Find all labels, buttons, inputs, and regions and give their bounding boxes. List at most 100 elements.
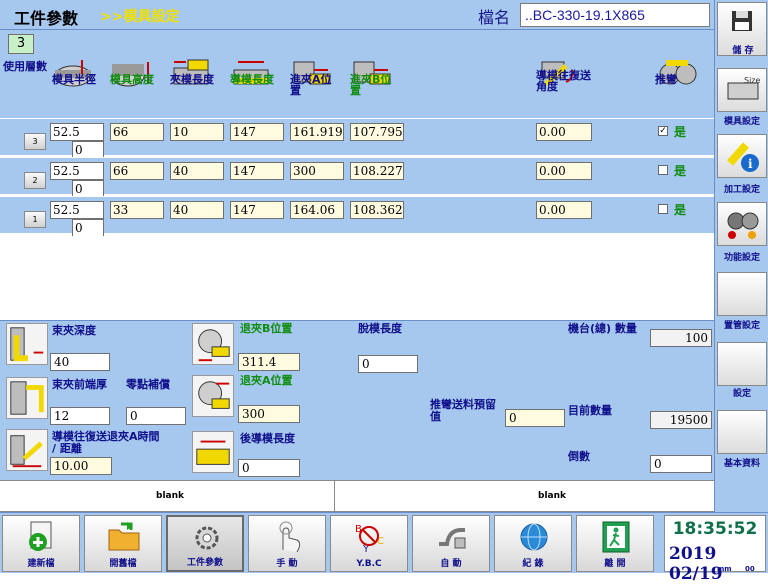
off-mold-input[interactable]: 0	[358, 355, 418, 373]
push-bend-label: 是	[674, 164, 687, 178]
ybc-icon: BCY	[355, 524, 384, 554]
auto-bend-icon	[439, 528, 466, 549]
clamp-thickness-label: 束夾前端厚	[52, 378, 107, 391]
table-row: 2 52.5 0 66 40 147 300 108.227 0.00 是	[0, 157, 714, 198]
return-angle-input[interactable]: 0.00	[536, 123, 592, 141]
height-input[interactable]: 66	[110, 123, 164, 141]
row-select-button[interactable]: 3	[24, 133, 46, 150]
blank-left-label[interactable]: blank	[156, 491, 184, 501]
mold-size-icon: Size	[727, 76, 760, 100]
col-return-angle-label: 導模往復送角度	[536, 69, 591, 93]
gears-icon	[727, 212, 759, 239]
rear-guide-label: 後導模長度	[240, 432, 295, 445]
retreat-b-input[interactable]: 311.4	[238, 353, 300, 371]
retreat-b-icon	[192, 323, 234, 365]
in-a-input[interactable]: 161.919	[290, 123, 344, 141]
in-b-input[interactable]: 107.795	[350, 123, 404, 141]
new-file-button[interactable]: 建新檔	[2, 515, 80, 572]
exit-button[interactable]: 離 開	[576, 515, 654, 572]
column-header-area: 模具半徑 模具高度 夾模長度 導模長度 進夾A位置 進夾B位置 導模往復送角度 …	[0, 30, 714, 118]
in-a-input[interactable]: 300	[290, 162, 344, 180]
countdown-input[interactable]: 0	[650, 455, 712, 473]
zero-comp-input[interactable]: 0	[126, 407, 186, 425]
row-select-button[interactable]: 1	[24, 211, 46, 228]
radius-input[interactable]: 52.5	[50, 201, 104, 219]
table-row: 3 52.5 0 66 10 147 161.919 107.795 0.00 …	[0, 118, 714, 159]
col-in-b-label: 進夾B位置	[350, 73, 392, 97]
auto-label: 自 動	[440, 559, 462, 569]
settings-button[interactable]	[717, 342, 767, 386]
layer-count-label: 使用層數	[3, 60, 47, 73]
workpiece-params-label: 工件參數	[186, 558, 223, 568]
row-select-button[interactable]: 2	[24, 172, 46, 189]
ybc-button[interactable]: BCY Y.B.C	[330, 515, 408, 572]
right-sidebar: 儲 存 Size 模具設定 i 加工設定 功能設定 置管設定 設定 基本資料	[714, 0, 768, 512]
push-feed-input[interactable]: 0	[505, 409, 565, 427]
clamp-depth-label: 束夾深度	[52, 324, 96, 337]
blank-bar: blank blank	[0, 480, 714, 512]
in-a-input[interactable]: 164.06	[290, 201, 344, 219]
guide-length-input[interactable]: 147	[230, 123, 284, 141]
process-settings-label: 加工設定	[723, 185, 760, 195]
clamp-length-input[interactable]: 40	[170, 162, 224, 180]
return-angle-input[interactable]: 0.00	[536, 201, 592, 219]
rear-guide-icon	[192, 431, 234, 473]
clamp-thickness-icon	[6, 377, 48, 419]
return-angle-input[interactable]: 0.00	[536, 162, 592, 180]
push-bend-checkbox[interactable]: ✓	[658, 126, 668, 136]
pipe-settings-label: 置管設定	[723, 321, 760, 331]
open-file-button[interactable]: 開舊檔	[84, 515, 162, 572]
radius-input[interactable]: 52.5	[50, 123, 104, 141]
radius-input[interactable]: 52.5	[50, 162, 104, 180]
retreat-a-label: 退夾A位置	[240, 374, 293, 387]
auto-button[interactable]: 自 動	[412, 515, 490, 572]
height-input[interactable]: 33	[110, 201, 164, 219]
col-clamp-length-label: 夾模長度	[170, 73, 214, 86]
process-settings-button[interactable]: i	[717, 134, 767, 178]
col-radius-label: 模具半徑	[52, 73, 96, 86]
manual-button[interactable]: 手 動	[248, 515, 326, 572]
pipe-settings-button[interactable]	[717, 272, 767, 316]
retreat-a-input[interactable]: 300	[238, 405, 300, 423]
machine-count-field: 100	[650, 329, 712, 347]
blank-divider	[334, 481, 335, 511]
in-b-input[interactable]: 108.227	[350, 162, 404, 180]
col-in-a-label: 進夾A位置	[290, 73, 332, 97]
basic-data-button[interactable]	[717, 410, 767, 454]
workpiece-params-button[interactable]: 工件參數	[166, 515, 244, 572]
clamp-length-input[interactable]: 10	[170, 123, 224, 141]
hand-touch-icon	[279, 521, 301, 553]
info-icon: i	[727, 142, 759, 172]
record-button[interactable]: 紀 錄	[494, 515, 572, 572]
blank-right-label[interactable]: blank	[538, 491, 566, 501]
file-name-field[interactable]: ..BC-330-19.1X865	[520, 3, 710, 27]
clamp-thickness-input[interactable]: 12	[50, 407, 110, 425]
col-guide-length-label: 導模長度	[230, 73, 274, 86]
radius-sub-input[interactable]: 0	[72, 219, 104, 237]
exit-label: 離 開	[604, 559, 626, 569]
push-bend-checkbox[interactable]	[658, 165, 668, 175]
clamp-depth-input[interactable]: 40	[50, 353, 110, 371]
in-b-input[interactable]: 108.362	[350, 201, 404, 219]
col-push-bend-label: 推彎	[655, 73, 677, 86]
settings-label: 設定	[732, 389, 751, 399]
height-input[interactable]: 66	[110, 162, 164, 180]
save-button[interactable]: 儲 存	[717, 2, 767, 56]
push-feed-label: 推彎送料預留值	[430, 398, 496, 423]
retreat-a-icon	[192, 375, 234, 417]
clamp-length-input[interactable]: 40	[170, 201, 224, 219]
layer-count-field[interactable]: 3	[8, 34, 34, 54]
guide-length-input[interactable]: 147	[230, 201, 284, 219]
return-time-input[interactable]: 10.00	[50, 457, 112, 475]
empty-table-area	[0, 236, 714, 320]
mold-settings-button[interactable]: Size	[717, 68, 767, 112]
open-file-label: 開舊檔	[109, 559, 137, 569]
exit-icon	[602, 521, 630, 553]
function-settings-label: 功能設定	[723, 253, 760, 263]
countdown-label: 倒數	[568, 450, 590, 463]
rear-guide-input[interactable]: 0	[238, 459, 300, 477]
guide-length-input[interactable]: 147	[230, 162, 284, 180]
bottom-toolbar: 建新檔 開舊檔 工件參數 手 動 BCY Y.B.C 自 動 紀 錄 離 開 1…	[0, 512, 768, 584]
push-bend-checkbox[interactable]	[658, 204, 668, 214]
function-settings-button[interactable]	[717, 202, 767, 246]
